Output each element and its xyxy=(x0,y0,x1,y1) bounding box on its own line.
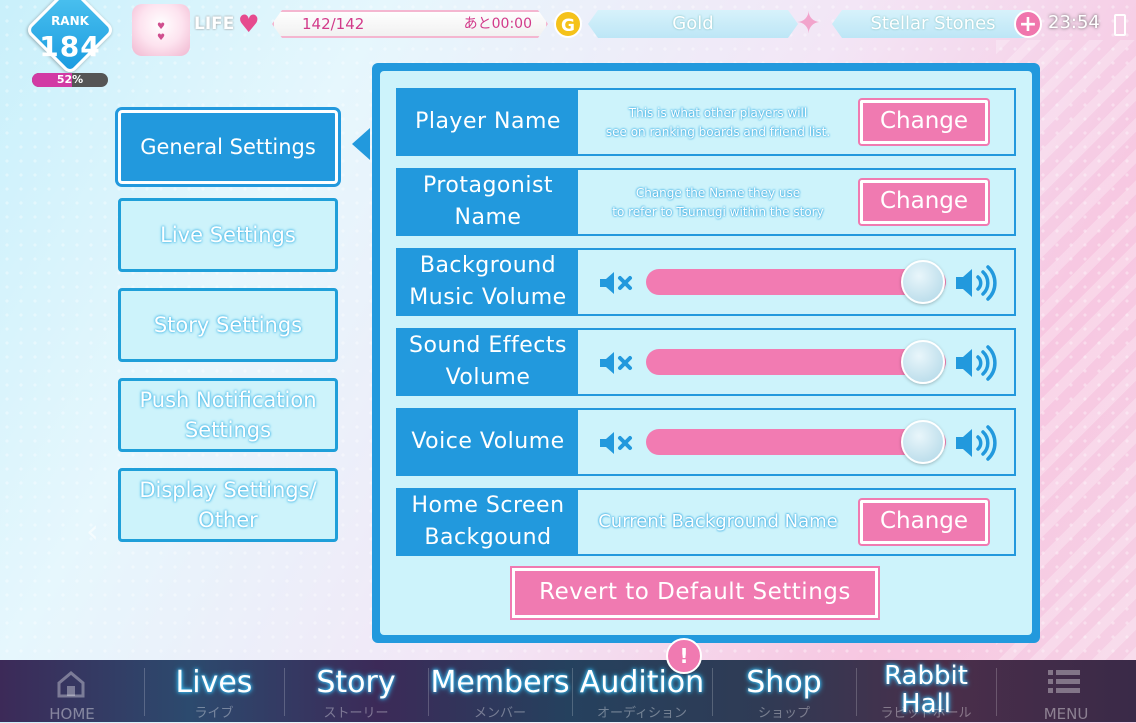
nav-audition-sub: オーディション xyxy=(596,706,688,721)
bgm-volume-row: Background Music Volume xyxy=(396,248,1016,316)
battery-icon xyxy=(1114,14,1126,36)
player-name-label: Player Name xyxy=(398,90,578,154)
menu-story-settings[interactable]: Story Settings xyxy=(118,288,338,362)
volume-max-icon[interactable] xyxy=(954,344,1000,382)
nav-rabbit-hall-sub: ラビットホール xyxy=(880,706,972,721)
rank-value: 184 xyxy=(39,30,101,63)
player-name-row: Player Name This is what other players w… xyxy=(396,88,1016,156)
change-protagonist-name-button[interactable]: Change xyxy=(860,180,988,224)
stellar-stones-label: Stellar Stones xyxy=(832,10,1034,38)
protagonist-name-row: Protagonist Name Change the Name they use… xyxy=(396,168,1016,236)
nav-story-label: Story xyxy=(316,665,396,700)
nav-lives-label: Lives xyxy=(175,665,253,700)
heart-icon: ♥ xyxy=(238,10,260,38)
gold-label: Gold xyxy=(588,10,798,38)
current-background-name: Current Background Name xyxy=(598,511,838,532)
voice-volume-row: Voice Volume xyxy=(396,408,1016,476)
nav-home[interactable]: HOME xyxy=(0,660,144,722)
chevron-left-icon: ‹ xyxy=(86,512,99,550)
mute-icon[interactable] xyxy=(598,350,636,376)
nav-lives-sub: ライブ xyxy=(194,706,234,721)
nav-shop-sub: ショップ xyxy=(757,706,810,721)
bgm-volume-label: Background Music Volume xyxy=(398,250,578,314)
nav-lives[interactable]: Lives ライブ xyxy=(144,660,284,722)
player-name-description: This is what other players will see on r… xyxy=(605,106,831,139)
se-volume-label: Sound Effects Volume xyxy=(398,330,578,394)
active-menu-pointer xyxy=(352,128,370,160)
nav-members[interactable]: Members メンバー xyxy=(428,660,572,722)
clock: 23:54 xyxy=(1048,12,1100,33)
life-counter: 142/142 あと00:00 xyxy=(272,10,548,38)
nav-menu[interactable]: MENU xyxy=(996,660,1136,722)
rank-progress-label: 52% xyxy=(56,73,84,86)
protagonist-name-description: Change the Name they use to refer to Tsu… xyxy=(612,186,824,219)
nav-members-label: Members xyxy=(430,665,570,700)
change-background-button[interactable]: Change xyxy=(860,500,988,544)
rank-badge[interactable]: RANK 184 52% xyxy=(18,0,122,87)
rank-label: RANK xyxy=(51,14,89,28)
voice-volume-label: Voice Volume xyxy=(398,410,578,474)
menu-display-settings[interactable]: Display Settings/ Other xyxy=(118,468,338,542)
menu-general-settings[interactable]: General Settings xyxy=(118,110,338,184)
volume-max-icon[interactable] xyxy=(954,264,1000,302)
volume-max-icon[interactable] xyxy=(954,424,1000,462)
nav-rabbit-hall[interactable]: Rabbit Hall ラビットホール xyxy=(856,660,996,722)
nav-home-label: HOME xyxy=(49,705,95,723)
life-label: LIFE xyxy=(194,14,235,34)
nav-story-sub: ストーリー xyxy=(323,706,389,721)
change-player-name-button[interactable]: Change xyxy=(860,100,988,144)
nav-members-sub: メンバー xyxy=(473,706,526,721)
game-logo: ♥ ♥ xyxy=(132,4,190,56)
notification-badge: ! xyxy=(666,638,702,674)
se-volume-knob[interactable] xyxy=(901,340,945,384)
menu-push-notification-settings[interactable]: Push Notification Settings xyxy=(118,378,338,452)
revert-default-settings-button[interactable]: Revert to Default Settings xyxy=(512,568,878,618)
home-background-row: Home Screen Backgound Current Background … xyxy=(396,488,1016,556)
voice-volume-knob[interactable] xyxy=(901,420,945,464)
protagonist-name-label: Protagonist Name xyxy=(398,170,578,234)
life-value: 142/142 xyxy=(302,15,365,33)
stellar-stone-icon: ✦ xyxy=(796,6,822,41)
bgm-volume-knob[interactable] xyxy=(901,260,945,304)
life-timer: あと00:00 xyxy=(463,16,532,32)
mute-icon[interactable] xyxy=(598,430,636,456)
add-stones-button[interactable]: + xyxy=(1014,10,1042,38)
home-background-label: Home Screen Backgound xyxy=(398,490,578,554)
menu-live-settings[interactable]: Live Settings xyxy=(118,198,338,272)
nav-shop[interactable]: Shop ショップ xyxy=(712,660,856,722)
gold-icon: G xyxy=(554,10,582,38)
nav-shop-label: Shop xyxy=(746,665,822,700)
nav-story[interactable]: Story ストーリー xyxy=(284,660,428,722)
mute-icon[interactable] xyxy=(598,270,636,296)
se-volume-row: Sound Effects Volume xyxy=(396,328,1016,396)
nav-menu-label: MENU xyxy=(1043,705,1089,723)
